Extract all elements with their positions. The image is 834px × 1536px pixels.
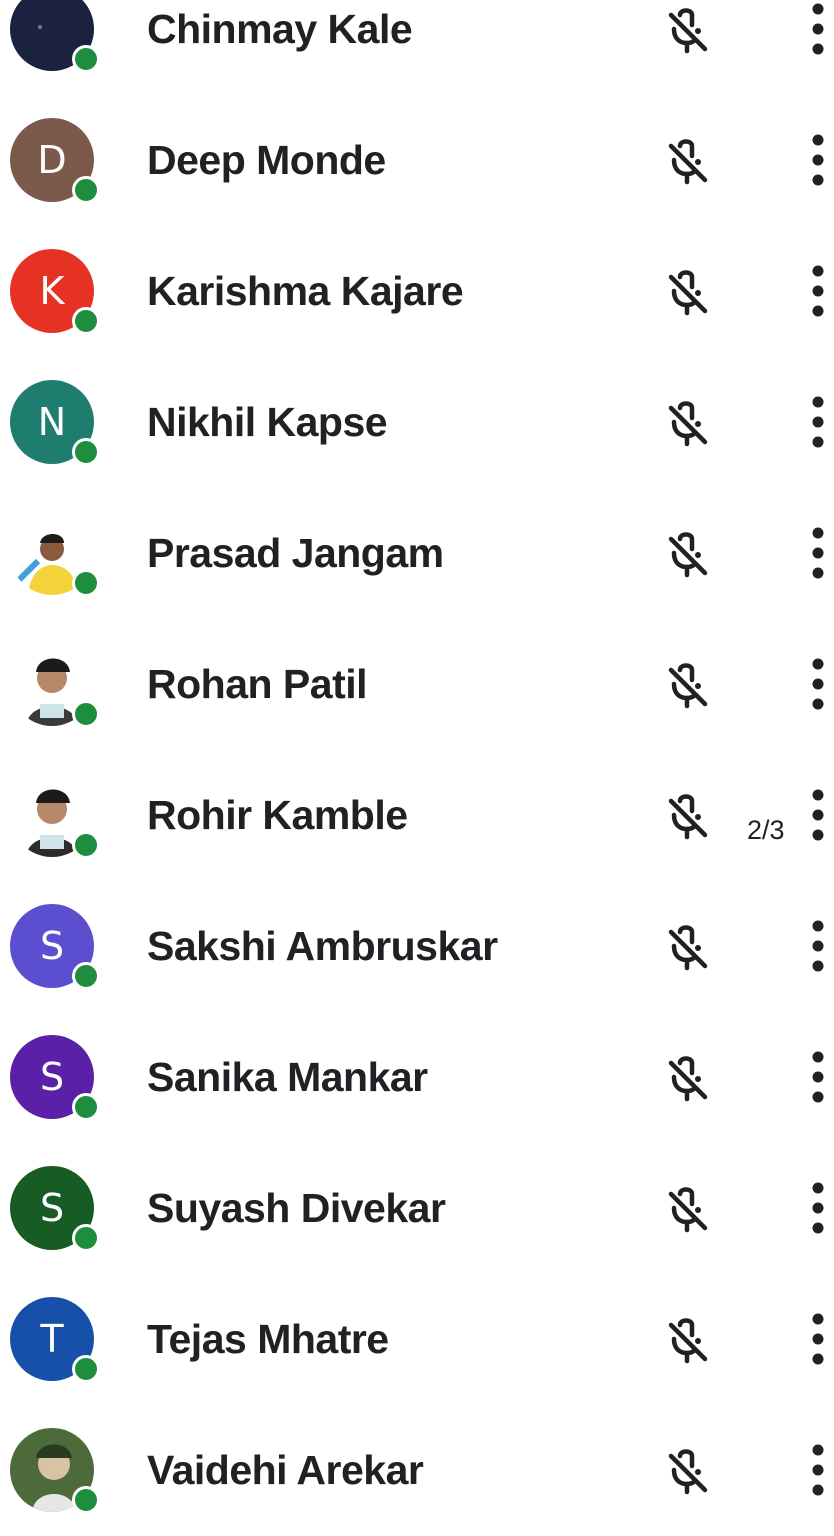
more-options-icon[interactable] bbox=[796, 1042, 834, 1112]
participant-row[interactable]: S Sanika Mankar bbox=[0, 1012, 834, 1143]
participant-name: Chinmay Kale bbox=[147, 6, 413, 52]
mic-off-icon bbox=[660, 263, 716, 319]
participant-row[interactable]: S Suyash Divekar bbox=[0, 1143, 834, 1274]
participant-row[interactable]: S Sakshi Ambruskar bbox=[0, 881, 834, 1012]
more-options-icon[interactable] bbox=[796, 780, 834, 850]
participant-name: Prasad Jangam bbox=[147, 530, 444, 576]
mic-off-icon bbox=[660, 1049, 716, 1105]
participant-name: Vaidehi Arekar bbox=[147, 1447, 424, 1493]
more-options-icon[interactable] bbox=[796, 649, 834, 719]
more-options-icon[interactable] bbox=[796, 256, 834, 326]
online-status-dot bbox=[72, 1486, 100, 1514]
online-status-dot bbox=[72, 45, 100, 73]
online-status-dot bbox=[72, 831, 100, 859]
mic-off-icon bbox=[660, 1311, 716, 1367]
more-options-icon[interactable] bbox=[796, 1435, 834, 1505]
participant-name: Suyash Divekar bbox=[147, 1185, 446, 1231]
participant-row[interactable]: Chinmay Kale bbox=[0, 0, 834, 95]
more-options-icon[interactable] bbox=[796, 125, 834, 195]
avatar: S bbox=[10, 904, 100, 990]
participant-row[interactable]: K Karishma Kajare bbox=[0, 226, 834, 357]
avatar bbox=[10, 0, 100, 73]
avatar bbox=[10, 511, 100, 597]
more-options-icon[interactable] bbox=[796, 911, 834, 981]
participant-row[interactable]: N Nikhil Kapse bbox=[0, 357, 834, 488]
online-status-dot bbox=[72, 176, 100, 204]
participants-screen: { "participants": [ {"name": "Chinmay Ka… bbox=[0, 0, 834, 1519]
participant-name: Sakshi Ambruskar bbox=[147, 923, 498, 969]
avatar bbox=[10, 642, 100, 728]
online-status-dot bbox=[72, 1355, 100, 1383]
page-indicator: 2/3 bbox=[741, 813, 793, 852]
online-status-dot bbox=[72, 1093, 100, 1121]
mic-off-icon bbox=[660, 918, 716, 974]
mic-off-icon bbox=[660, 525, 716, 581]
more-options-icon[interactable] bbox=[796, 1304, 834, 1374]
online-status-dot bbox=[72, 1224, 100, 1252]
participant-row[interactable]: Vaidehi Arekar bbox=[0, 1405, 834, 1536]
mic-off-icon bbox=[660, 1180, 716, 1236]
online-status-dot bbox=[72, 569, 100, 597]
avatar bbox=[10, 1428, 100, 1514]
participant-list: Chinmay Kale D Deep Monde K Karishma Kajare N… bbox=[0, 0, 834, 1536]
avatar: K bbox=[10, 249, 100, 335]
participant-row[interactable]: T Tejas Mhatre bbox=[0, 1274, 834, 1405]
participant-name: Karishma Kajare bbox=[147, 268, 464, 314]
participant-row[interactable]: D Deep Monde bbox=[0, 95, 834, 226]
avatar: S bbox=[10, 1035, 100, 1121]
participant-row[interactable]: Rohan Patil bbox=[0, 619, 834, 750]
more-options-icon[interactable] bbox=[796, 0, 834, 64]
participant-name: Sanika Mankar bbox=[147, 1054, 428, 1100]
more-options-icon[interactable] bbox=[796, 1173, 834, 1243]
participant-row[interactable]: Rohir Kamble bbox=[0, 750, 834, 881]
avatar bbox=[10, 773, 100, 859]
online-status-dot bbox=[72, 307, 100, 335]
more-options-icon[interactable] bbox=[796, 518, 834, 588]
mic-off-icon bbox=[660, 1, 716, 57]
more-options-icon[interactable] bbox=[796, 387, 834, 457]
avatar: N bbox=[10, 380, 100, 466]
mic-off-icon bbox=[660, 1442, 716, 1498]
participant-row[interactable]: Prasad Jangam bbox=[0, 488, 834, 619]
mic-off-icon bbox=[660, 394, 716, 450]
online-status-dot bbox=[72, 438, 100, 466]
online-status-dot bbox=[72, 700, 100, 728]
participant-name: Nikhil Kapse bbox=[147, 399, 388, 445]
mic-off-icon bbox=[660, 787, 716, 843]
avatar: S bbox=[10, 1166, 100, 1252]
participant-name: Rohir Kamble bbox=[147, 792, 408, 838]
avatar: T bbox=[10, 1297, 100, 1383]
participant-name: Deep Monde bbox=[147, 137, 386, 183]
participant-name: Tejas Mhatre bbox=[147, 1316, 389, 1362]
mic-off-icon bbox=[660, 132, 716, 188]
participant-name: Rohan Patil bbox=[147, 661, 368, 707]
online-status-dot bbox=[72, 962, 100, 990]
mic-off-icon bbox=[660, 656, 716, 712]
avatar: D bbox=[10, 118, 100, 204]
